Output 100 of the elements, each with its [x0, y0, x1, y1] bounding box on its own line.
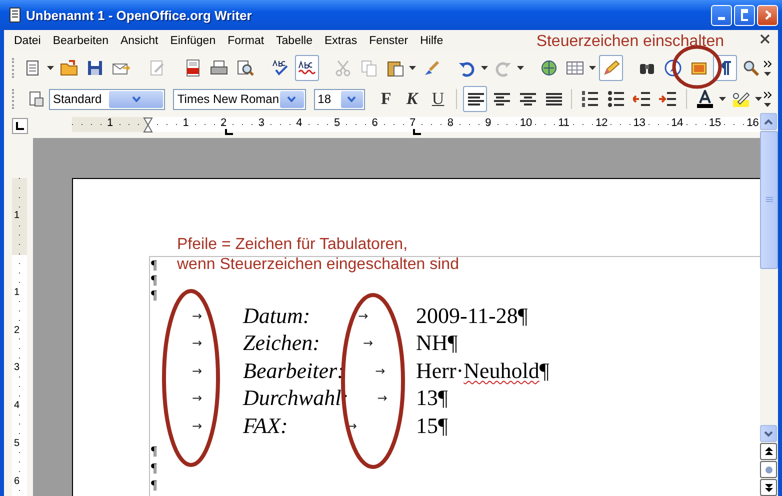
tab-mark: →: [362, 336, 374, 350]
menu-item[interactable]: Fenster: [363, 34, 414, 46]
field-label: Datum:: [243, 302, 310, 329]
pencil-icon: [602, 59, 620, 77]
tab-mark: →: [358, 308, 368, 323]
ruler-number: 1: [14, 211, 20, 221]
indent-marker-icon[interactable]: [143, 117, 153, 133]
minimize-button[interactable]: [711, 4, 732, 26]
ruler-number: 16: [746, 117, 759, 129]
field-value: Herr·Neuhold: [416, 358, 540, 384]
decrease-indent-icon: [633, 90, 651, 108]
pencil-button[interactable]: [599, 55, 623, 81]
ruler-number: 6: [14, 476, 20, 487]
font-size-field[interactable]: 18: [314, 88, 366, 110]
ruler-number: 12: [595, 117, 608, 129]
align-center-icon: [492, 92, 510, 106]
paragraph-mark: ¶: [151, 257, 157, 272]
menu-item[interactable]: Tabelle: [270, 34, 318, 46]
menu-item[interactable]: Ansicht: [114, 34, 164, 46]
ruler-number: 7: [410, 117, 416, 129]
previous-page-button[interactable]: [760, 443, 777, 460]
table-icon: [566, 59, 584, 77]
align-right-icon: [518, 92, 536, 106]
magnifier-icon: [742, 59, 760, 77]
circle-icon: [764, 466, 772, 474]
paragraph-mark: ¶: [151, 442, 157, 458]
scroll-up-button[interactable]: [760, 113, 777, 130]
scroll-down-button[interactable]: [760, 425, 777, 442]
menu-item[interactable]: Datei: [8, 34, 47, 46]
tab-mark: →: [375, 364, 386, 378]
pencil-document-icon: [148, 59, 166, 77]
field-value: NH: [416, 330, 448, 356]
autospellcheck-button[interactable]: [295, 55, 319, 81]
field-label: Zeichen:: [243, 330, 320, 356]
ruler-number: 2: [220, 117, 227, 129]
increase-indent-icon: [659, 90, 677, 108]
annotation-text: Steuerzeichen einschalten: [536, 32, 724, 50]
paintbrush-icon: [422, 59, 440, 77]
ruler-number: 3: [258, 117, 264, 129]
align-left-button[interactable]: [463, 86, 488, 112]
minimize-icon: [718, 17, 725, 20]
ruler-number: 4: [296, 117, 302, 129]
document-icon: [28, 91, 44, 107]
menu-item[interactable]: Bearbeiten: [46, 34, 114, 46]
numbered-list-icon: [581, 90, 599, 108]
caret-icon[interactable]: [764, 72, 771, 76]
ruler-number: 1: [182, 117, 189, 129]
redo-arrow-icon: [494, 59, 512, 77]
navigation-button[interactable]: [760, 461, 777, 478]
ruler-number: 1: [106, 117, 114, 129]
undo-arrow-icon: [458, 59, 476, 77]
caret-icon[interactable]: [409, 66, 416, 70]
caret-icon[interactable]: [47, 66, 54, 70]
italic-button[interactable]: K: [400, 86, 424, 112]
chevron-down-icon: [764, 430, 773, 436]
tab-mark: →: [192, 308, 202, 323]
tab-stop-icon[interactable]: [12, 118, 28, 134]
paragraph-style-field[interactable]: Standard: [48, 88, 166, 110]
tab-stop-icon[interactable]: [413, 129, 421, 135]
spellcheck-icon: [272, 59, 290, 77]
menu-item[interactable]: Extras: [318, 34, 364, 46]
font-name-field[interactable]: Times New Roman: [173, 88, 306, 110]
caret-icon[interactable]: [481, 66, 488, 70]
field-label: FAX:: [243, 412, 288, 439]
ruler-number: 8: [447, 117, 454, 129]
underline-button[interactable]: U: [426, 86, 450, 112]
double-down-arrow-icon: [764, 482, 774, 492]
tab-mark: →: [192, 364, 202, 378]
bold-button[interactable]: F: [374, 86, 398, 112]
close-document-icon[interactable]: [760, 34, 770, 44]
tab-stop-icon[interactable]: [225, 129, 233, 135]
field-value: 2009-11-28: [416, 302, 518, 329]
scissors-icon: [334, 59, 352, 77]
paragraph-mark: ¶: [151, 287, 157, 302]
printer-icon: [210, 59, 228, 77]
double-up-arrow-icon: [764, 446, 774, 456]
paragraph-mark: ¶: [151, 476, 157, 492]
maximize-button[interactable]: [734, 4, 755, 26]
font-color-icon: [696, 90, 714, 108]
ruler-number: 3: [14, 363, 20, 374]
ruler-number: 13: [633, 117, 646, 129]
bulleted-list-icon: [607, 90, 625, 108]
page-magnifier-icon: [236, 59, 254, 77]
ruler-number: 6: [372, 117, 378, 129]
close-button[interactable]: [757, 4, 778, 26]
menu-item[interactable]: Einfügen: [164, 34, 222, 46]
chevron-icon[interactable]: [764, 91, 772, 99]
caret-icon[interactable]: [718, 97, 726, 101]
scrollbar-thumb[interactable]: [760, 131, 778, 269]
caret-icon[interactable]: [517, 66, 524, 70]
ruler-number: 15: [708, 117, 722, 129]
caret-icon[interactable]: [589, 66, 596, 70]
paragraph-mark: ¶: [539, 358, 550, 384]
ruler-number: 14: [671, 117, 684, 129]
justify-icon: [544, 92, 562, 106]
ruler-number: 5: [334, 117, 340, 129]
menu-item[interactable]: Hilfe: [414, 34, 450, 46]
menu-item[interactable]: Format: [222, 34, 270, 46]
next-page-button[interactable]: [760, 479, 777, 496]
chevron-icon[interactable]: [764, 60, 772, 68]
